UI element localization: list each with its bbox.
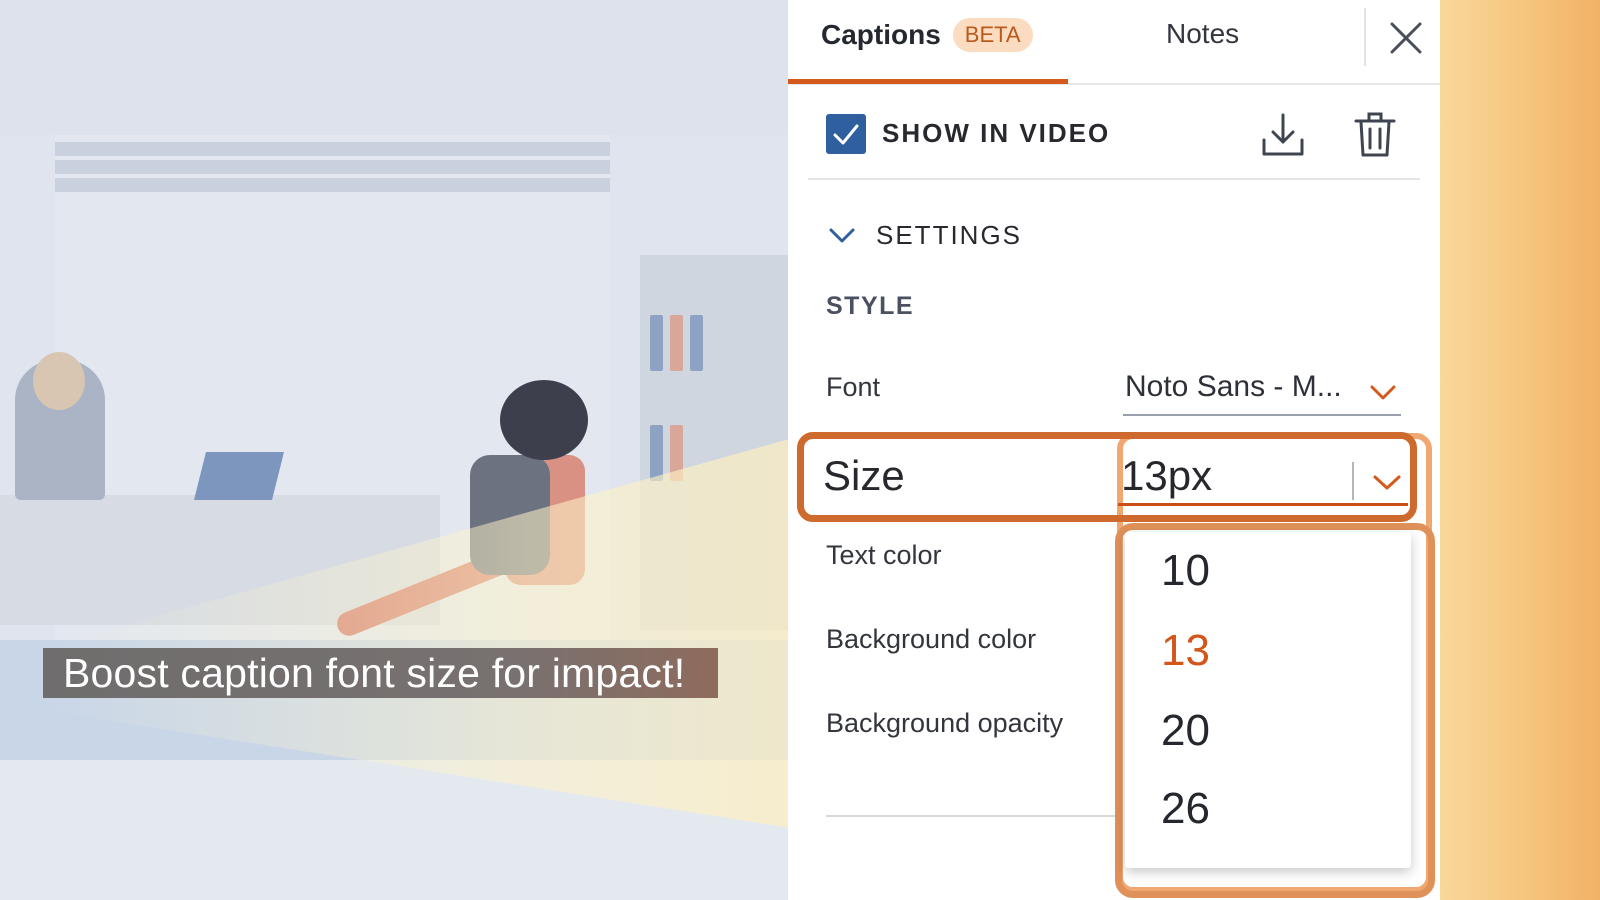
- opacity-slider-track[interactable]: [826, 815, 1116, 817]
- scene-wall: [0, 0, 790, 135]
- size-option-20[interactable]: 20: [1161, 706, 1210, 756]
- scene-blind: [55, 178, 610, 192]
- size-option-10[interactable]: 10: [1161, 546, 1210, 596]
- scene-blind: [55, 160, 610, 174]
- scene-book: [670, 315, 683, 371]
- scene-woman-hair: [500, 380, 588, 460]
- chevron-down-icon: [1373, 475, 1401, 490]
- scene-book: [650, 425, 663, 481]
- chevron-down-icon: [829, 228, 855, 243]
- style-heading: STYLE: [826, 292, 915, 320]
- active-tab-indicator: [788, 79, 1068, 84]
- tab-notes[interactable]: Notes: [1166, 18, 1239, 50]
- video-preview: [0, 0, 790, 900]
- caption-text: Boost caption font size for impact!: [63, 649, 686, 696]
- font-select[interactable]: Noto Sans - M...: [1123, 366, 1401, 416]
- show-in-video-label: SHOW IN VIDEO: [882, 118, 1111, 148]
- tab-captions[interactable]: Captions BETA: [821, 18, 1033, 52]
- section-divider: [808, 178, 1420, 180]
- caption-overlay: Boost caption font size for impact!: [43, 648, 718, 698]
- background-color-label: Background color: [826, 624, 1037, 654]
- size-select[interactable]: 13px: [1118, 450, 1408, 506]
- scene-blind: [55, 142, 610, 156]
- font-value: Noto Sans - M...: [1125, 370, 1342, 403]
- scene-book: [650, 315, 663, 371]
- chevron-down-icon: [1370, 385, 1396, 400]
- background-opacity-label: Background opacity: [826, 708, 1064, 738]
- scene-bottom: [0, 760, 790, 900]
- panel-tabs: Captions BETA Notes: [788, 0, 1440, 85]
- download-icon[interactable]: [1261, 112, 1305, 158]
- scene-book: [690, 315, 703, 371]
- settings-label: SETTINGS: [876, 220, 1023, 250]
- scene-book: [670, 425, 683, 481]
- size-option-13[interactable]: 13: [1161, 626, 1210, 676]
- show-in-video-row: SHOW IN VIDEO: [826, 112, 1406, 158]
- size-label: Size: [823, 452, 905, 499]
- font-label: Font: [826, 372, 881, 402]
- close-icon[interactable]: [1386, 18, 1426, 58]
- size-option-26[interactable]: 26: [1161, 784, 1210, 834]
- tab-captions-label: Captions: [821, 19, 941, 50]
- scene-woman-body: [470, 455, 550, 575]
- beta-badge: BETA: [952, 18, 1033, 52]
- checkmark-icon: [833, 124, 859, 145]
- trash-icon[interactable]: [1352, 112, 1398, 158]
- tab-divider: [1364, 8, 1366, 66]
- size-dropdown-menu: 10 13 20 26: [1125, 532, 1411, 868]
- scene-laptop: [194, 452, 284, 500]
- scene-person-head: [33, 352, 85, 410]
- size-value: 13px: [1121, 452, 1213, 499]
- select-separator: [1352, 462, 1354, 500]
- background-gradient: [1440, 0, 1600, 900]
- text-color-label: Text color: [826, 540, 942, 570]
- show-in-video-checkbox[interactable]: [826, 114, 866, 154]
